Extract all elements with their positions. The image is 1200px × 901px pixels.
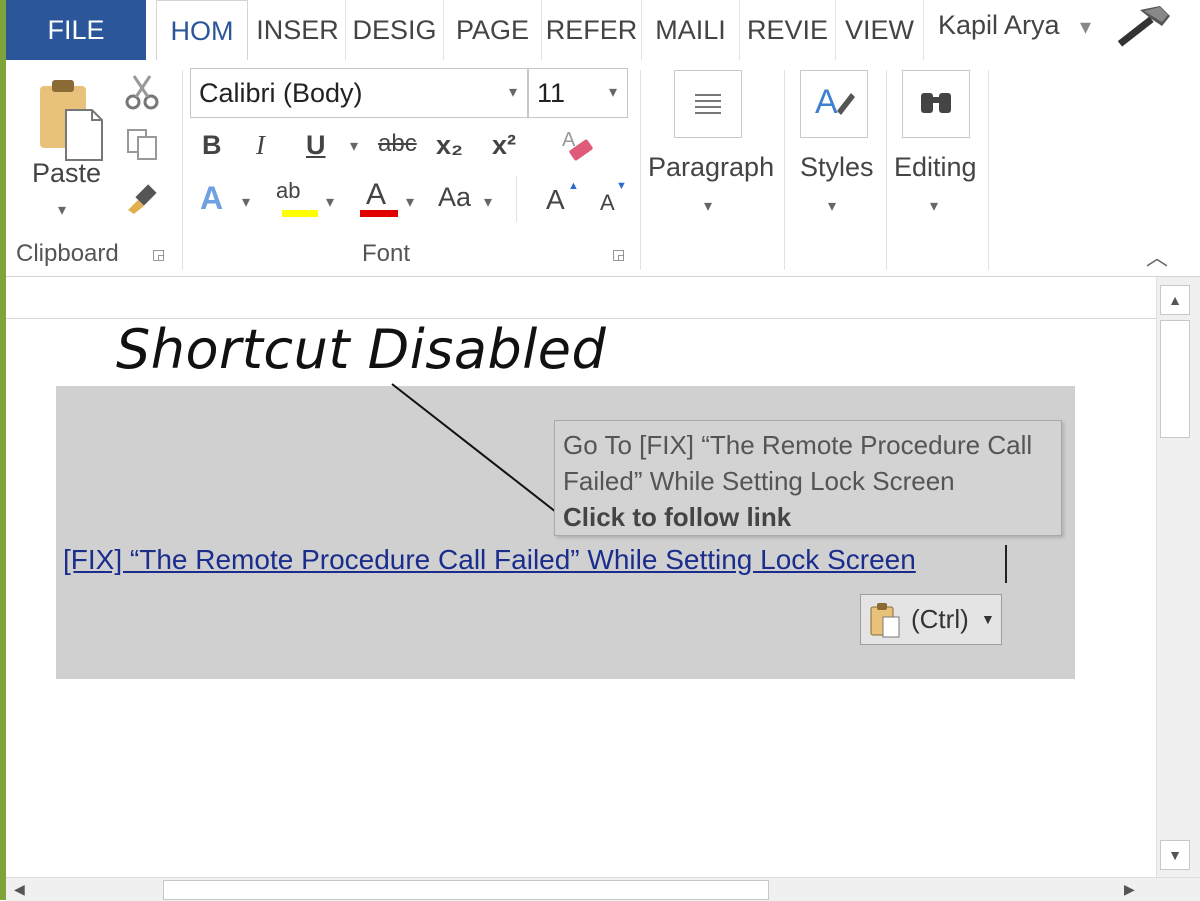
hammer-icon xyxy=(1117,6,1170,47)
group-divider xyxy=(640,70,641,270)
styles-icon[interactable]: A xyxy=(800,70,868,138)
format-painter-icon[interactable] xyxy=(124,180,164,216)
tab-references[interactable]: REFER xyxy=(542,0,642,60)
group-divider xyxy=(988,70,989,270)
bold-button[interactable]: B xyxy=(202,130,222,161)
text-effects-button[interactable]: A xyxy=(200,180,223,217)
document-hyperlink[interactable]: [FIX] “The Remote Procedure Call Failed”… xyxy=(63,544,916,576)
tab-file[interactable]: FILE xyxy=(6,0,146,60)
tab-home[interactable]: HOM xyxy=(156,0,248,61)
paste-options-label: (Ctrl) xyxy=(911,604,969,634)
paste-dropdown-icon[interactable]: ▾ xyxy=(58,200,66,220)
font-size-combo[interactable]: 11 ▾ xyxy=(528,68,628,118)
scroll-right-icon[interactable]: ▶ xyxy=(1124,881,1135,898)
scroll-left-icon[interactable]: ◀ xyxy=(14,881,25,898)
group-divider xyxy=(784,70,785,270)
cut-icon[interactable] xyxy=(124,74,160,110)
collapse-ribbon-icon[interactable]: ︿ xyxy=(1146,240,1168,272)
tab-insert[interactable]: INSER xyxy=(250,0,346,60)
paste-options-dropdown-icon: ▼ xyxy=(981,611,995,627)
font-name-value: Calibri (Body) xyxy=(199,78,363,108)
group-divider xyxy=(886,70,887,270)
paragraph-button[interactable]: Paragraph xyxy=(648,152,774,183)
font-color-dropdown-icon[interactable]: ▾ xyxy=(406,192,414,212)
scroll-down-icon[interactable]: ▼ xyxy=(1160,840,1190,870)
underline-button[interactable]: U xyxy=(306,130,326,161)
change-case-button[interactable]: Aa xyxy=(438,182,471,213)
editing-button[interactable]: Editing xyxy=(894,152,977,183)
annotation-title: Shortcut Disabled xyxy=(116,318,607,381)
font-size-value: 11 xyxy=(537,78,566,108)
font-color-button[interactable]: A xyxy=(366,178,386,212)
tab-review[interactable]: REVIE xyxy=(740,0,836,60)
grow-font-button[interactable]: A xyxy=(546,184,565,216)
vertical-scroll-thumb[interactable] xyxy=(1160,320,1190,438)
clipboard-launcher-icon[interactable]: ◲ xyxy=(152,246,168,262)
font-size-dropdown-icon[interactable]: ▾ xyxy=(609,69,617,117)
clear-formatting-icon[interactable]: A xyxy=(560,126,598,166)
user-dropdown-icon[interactable]: ▾ xyxy=(1080,14,1091,40)
styles-button[interactable]: Styles xyxy=(800,152,874,183)
grow-font-arrow-icon: ▲ xyxy=(568,180,579,192)
highlight-button[interactable]: ab xyxy=(276,178,300,204)
shrink-font-button[interactable]: A xyxy=(600,190,615,216)
font-divider xyxy=(516,176,517,222)
binoculars-icon[interactable] xyxy=(902,70,970,138)
change-case-dropdown-icon[interactable]: ▾ xyxy=(484,192,492,212)
tooltip-follow-hint: Click to follow link xyxy=(563,502,792,532)
paragraph-icon[interactable] xyxy=(674,70,742,138)
clipboard-icon xyxy=(870,603,900,638)
tab-page-layout[interactable]: PAGE xyxy=(444,0,542,60)
italic-button[interactable]: I xyxy=(256,130,265,161)
paragraph-dropdown-icon[interactable]: ▾ xyxy=(704,196,712,216)
tab-design[interactable]: DESIG xyxy=(346,0,444,60)
text-cursor xyxy=(1005,545,1007,583)
paste-button[interactable]: Paste xyxy=(32,158,101,189)
highlight-color-swatch xyxy=(282,210,318,217)
shrink-font-arrow-icon: ▼ xyxy=(616,180,627,192)
styles-dropdown-icon[interactable]: ▾ xyxy=(828,196,836,216)
copy-icon[interactable] xyxy=(124,126,160,162)
user-account-name[interactable]: Kapil Arya xyxy=(938,10,1060,41)
ribbon-home: Paste ▾ Clipboard ◲ Calibri (Body) ▾ 11 … xyxy=(6,60,1200,277)
font-name-combo[interactable]: Calibri (Body) ▾ xyxy=(190,68,528,118)
font-group-label: Font xyxy=(362,240,411,267)
hyperlink-tooltip: Go To [FIX] “The Remote Procedure Call F… xyxy=(554,420,1062,536)
clipboard-group-label: Clipboard xyxy=(16,240,119,267)
tooltip-line-1: Go To [FIX] “The Remote Procedure Call xyxy=(563,430,1033,460)
group-divider xyxy=(182,70,183,270)
underline-dropdown-icon[interactable]: ▾ xyxy=(350,136,358,156)
subscript-button[interactable]: x₂ xyxy=(436,130,463,161)
text-effects-dropdown-icon[interactable]: ▾ xyxy=(242,192,250,212)
strikethrough-button[interactable]: abc xyxy=(378,130,417,158)
highlight-dropdown-icon[interactable]: ▾ xyxy=(326,192,334,212)
font-name-dropdown-icon[interactable]: ▾ xyxy=(509,69,517,117)
tab-mailings[interactable]: MAILI xyxy=(642,0,740,60)
editing-dropdown-icon[interactable]: ▾ xyxy=(930,196,938,216)
horizontal-scroll-thumb[interactable] xyxy=(163,880,769,900)
tab-view[interactable]: VIEW xyxy=(836,0,924,60)
font-launcher-icon[interactable]: ◲ xyxy=(612,246,628,262)
paste-options-button[interactable]: (Ctrl) ▼ xyxy=(860,594,1002,645)
svg-text:A: A xyxy=(815,83,838,121)
font-color-swatch xyxy=(360,210,398,217)
superscript-button[interactable]: x² xyxy=(492,130,516,161)
tooltip-line-2: Failed” While Setting Lock Screen xyxy=(563,466,955,496)
scroll-up-icon[interactable]: ▲ xyxy=(1160,285,1190,315)
paste-icon[interactable] xyxy=(36,76,106,164)
